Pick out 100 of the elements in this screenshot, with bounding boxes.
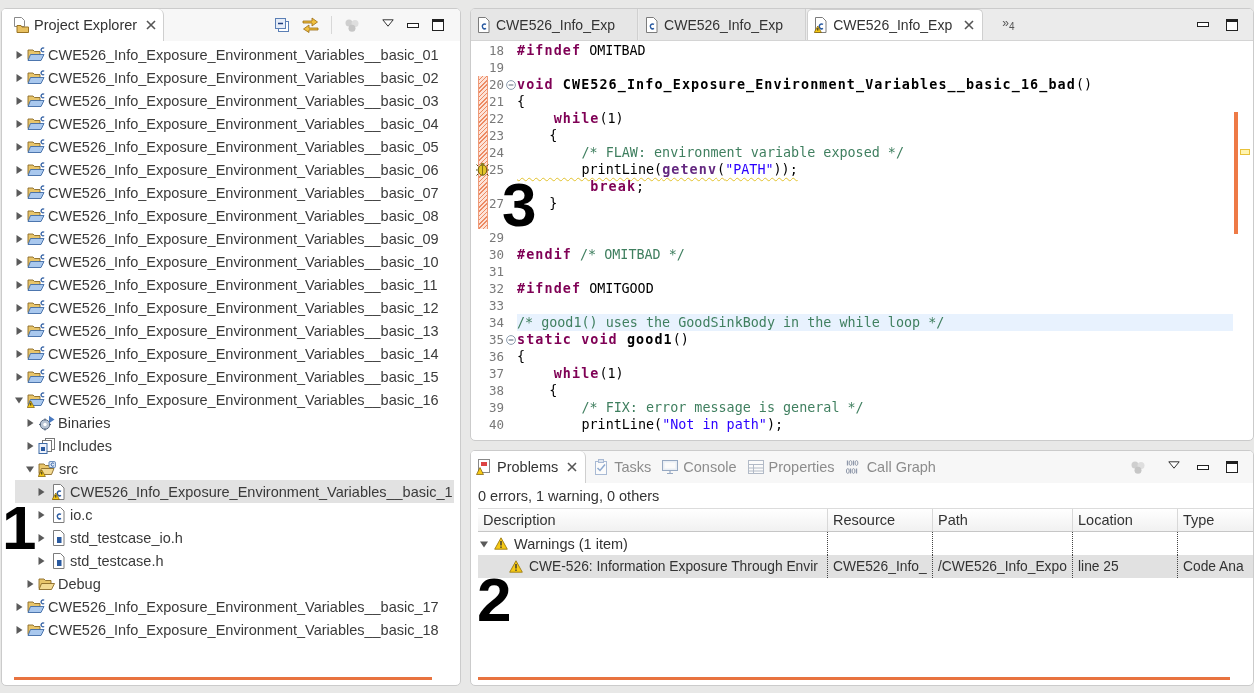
code-line: printLine("Not in path"); bbox=[580, 416, 784, 433]
tree-item[interactable]: CWE526_Info_Exposure_Environment_Variables__basic_15 bbox=[48, 368, 439, 385]
line-number: 34 bbox=[488, 315, 505, 330]
table-cell: Code Ana bbox=[1183, 559, 1244, 574]
tree-item[interactable]: Includes bbox=[58, 437, 112, 454]
editor-tab[interactable]: CWE526_Info_Exp bbox=[639, 9, 807, 40]
expander-icon[interactable] bbox=[15, 602, 23, 611]
tree-item[interactable]: Debug bbox=[58, 575, 101, 592]
code-line: { bbox=[517, 93, 526, 110]
close-icon[interactable] bbox=[964, 20, 975, 30]
expander-icon[interactable] bbox=[15, 625, 23, 634]
tree-item[interactable]: CWE526_Info_Exposure_Environment_Variables__basic_16 bbox=[48, 391, 439, 408]
expander-icon[interactable] bbox=[37, 510, 45, 519]
tree-item[interactable]: Binaries bbox=[58, 414, 111, 431]
expander-icon[interactable] bbox=[15, 119, 23, 128]
code-line: #ifndef OMITBAD bbox=[517, 42, 646, 59]
view-tab[interactable]: Project Explorer bbox=[2, 9, 165, 41]
tree-item[interactable]: src bbox=[59, 460, 79, 477]
two-arrows-icon[interactable] bbox=[302, 17, 319, 33]
expander-icon[interactable] bbox=[15, 326, 23, 335]
tree-item[interactable]: CWE526_Info_Exposure_Environment_Variables__basic_02 bbox=[48, 69, 439, 86]
column-header[interactable]: Resource bbox=[828, 509, 933, 531]
problem-row[interactable]: CWE-526: Information Exposure Through Envir CWE526_Info_ /CWE526_Info_Expo line 25 Code Ana bbox=[478, 555, 1253, 578]
maximize-icon[interactable] bbox=[1226, 18, 1238, 31]
expander-icon[interactable] bbox=[15, 50, 23, 59]
column-header[interactable]: Description bbox=[478, 509, 828, 531]
code-line: /* good1() uses the GoodSinkBody in the while loop */ bbox=[517, 314, 945, 331]
expander-icon[interactable] bbox=[26, 579, 34, 588]
column-header[interactable]: Location bbox=[1073, 509, 1178, 531]
expander-icon[interactable] bbox=[15, 234, 23, 243]
expander-icon[interactable] bbox=[26, 418, 34, 427]
tree-item[interactable]: CWE526_Info_Exposure_Environment_Variables__basic_17 bbox=[48, 598, 439, 615]
close-icon[interactable] bbox=[146, 20, 157, 30]
tree-item[interactable]: std_testcase_io.h bbox=[70, 529, 183, 546]
minimize-icon[interactable] bbox=[1197, 22, 1209, 27]
editor-tab[interactable]: CWE526_Info_Exp bbox=[471, 9, 639, 40]
expander-icon[interactable] bbox=[37, 556, 45, 565]
more-tabs-button[interactable]: »$_{4}$ bbox=[1002, 16, 1015, 33]
maximize-icon[interactable] bbox=[1226, 461, 1238, 473]
collapse-all-icon[interactable] bbox=[275, 18, 289, 32]
expander-icon[interactable] bbox=[15, 211, 23, 220]
fold-icon[interactable] bbox=[506, 334, 516, 345]
tree-item[interactable]: CWE526_Info_Exposure_Environment_Variables__basic_11 bbox=[48, 276, 438, 293]
tree-item[interactable]: CWE526_Info_Exposure_Environment_Variables__basic_04 bbox=[48, 115, 439, 132]
expander-icon[interactable] bbox=[480, 539, 488, 548]
problems-summary: 0 errors, 1 warning, 0 others bbox=[478, 487, 660, 506]
callout-number: 3 bbox=[502, 182, 537, 228]
expander-icon[interactable] bbox=[15, 303, 23, 312]
tree-item[interactable]: CWE526_Info_Exposure_Environment_Variables__basic_10 bbox=[48, 253, 439, 270]
expander-icon[interactable] bbox=[15, 73, 23, 82]
tree-item[interactable]: CWE526_Info_Exposure_Environment_Variables__basic_03 bbox=[48, 92, 439, 109]
expander-icon[interactable] bbox=[15, 372, 23, 381]
tree-item[interactable]: CWE526_Info_Exposure_Environment_Variables__basic_1 bbox=[70, 483, 453, 500]
column-header[interactable]: Path bbox=[933, 509, 1073, 531]
expander-icon[interactable] bbox=[26, 441, 34, 450]
table-icon bbox=[747, 459, 764, 475]
expander-icon[interactable] bbox=[15, 142, 23, 151]
expander-icon[interactable] bbox=[15, 96, 23, 105]
tree-item[interactable]: CWE526_Info_Exposure_Environment_Variables__basic_12 bbox=[48, 299, 439, 316]
expander-icon[interactable] bbox=[37, 533, 45, 542]
expander-icon[interactable] bbox=[15, 165, 23, 174]
maximize-icon[interactable] bbox=[432, 19, 444, 31]
problems-icon bbox=[476, 459, 492, 475]
tree-item[interactable]: CWE526_Info_Exposure_Environment_Variables__basic_01 bbox=[48, 46, 439, 63]
close-icon[interactable] bbox=[567, 462, 578, 472]
tree-item[interactable]: CWE526_Info_Exposure_Environment_Variables__basic_05 bbox=[48, 138, 439, 155]
group-label[interactable]: Warnings (1 item) bbox=[514, 535, 628, 552]
tree-item[interactable]: CWE526_Info_Exposure_Environment_Variables__basic_06 bbox=[48, 161, 439, 178]
tree-item[interactable]: CWE526_Info_Exposure_Environment_Variables__basic_08 bbox=[48, 207, 439, 224]
expander-icon[interactable] bbox=[26, 464, 34, 473]
tree-item[interactable]: CWE526_Info_Exposure_Environment_Variables__basic_07 bbox=[48, 184, 439, 201]
warning-icon bbox=[509, 560, 523, 573]
expander-icon[interactable] bbox=[15, 349, 23, 358]
code-line: static void good1() bbox=[517, 331, 689, 348]
fold-icon[interactable] bbox=[506, 79, 516, 90]
code-line: /* FLAW: environment variable exposed */ bbox=[580, 144, 904, 161]
expander-icon[interactable] bbox=[15, 257, 23, 266]
minimize-icon[interactable] bbox=[1197, 464, 1209, 470]
code-line: void CWE526_Info_Exposure_Environment_Variables__basic_16_bad() bbox=[517, 76, 1092, 93]
expander-icon[interactable] bbox=[15, 188, 23, 197]
view-menu-icon[interactable] bbox=[382, 19, 394, 27]
editor-tab[interactable]: CWE526_Info_Exp bbox=[807, 9, 984, 40]
code-line: } bbox=[548, 195, 558, 212]
tree-item[interactable]: CWE526_Info_Exposure_Environment_Variables__basic_18 bbox=[48, 621, 439, 638]
tree-item[interactable]: std_testcase.h bbox=[70, 552, 164, 569]
expander-icon[interactable] bbox=[37, 487, 45, 496]
tree-item[interactable]: CWE526_Info_Exposure_Environment_Variables__basic_13 bbox=[48, 322, 439, 339]
view-tab[interactable]: Problems bbox=[471, 451, 587, 483]
tree-item[interactable]: CWE526_Info_Exposure_Environment_Variables__basic_14 bbox=[48, 345, 439, 362]
tree-item[interactable]: CWE526_Info_Exposure_Environment_Variables__basic_09 bbox=[48, 230, 439, 247]
code-line: #endif /* OMITBAD */ bbox=[517, 246, 685, 263]
expander-icon[interactable] bbox=[15, 395, 23, 404]
column-header[interactable]: Type bbox=[1178, 509, 1253, 531]
overview-marker-icon[interactable] bbox=[1240, 149, 1250, 155]
expander-icon[interactable] bbox=[15, 280, 23, 289]
table-cell: CWE-526: Information Exposure Through Envir bbox=[529, 559, 818, 574]
view-menu-icon[interactable] bbox=[1168, 461, 1180, 469]
minimize-icon[interactable] bbox=[407, 22, 419, 28]
callout-number: 1 bbox=[2, 505, 36, 551]
tree-item[interactable]: io.c bbox=[70, 506, 93, 523]
